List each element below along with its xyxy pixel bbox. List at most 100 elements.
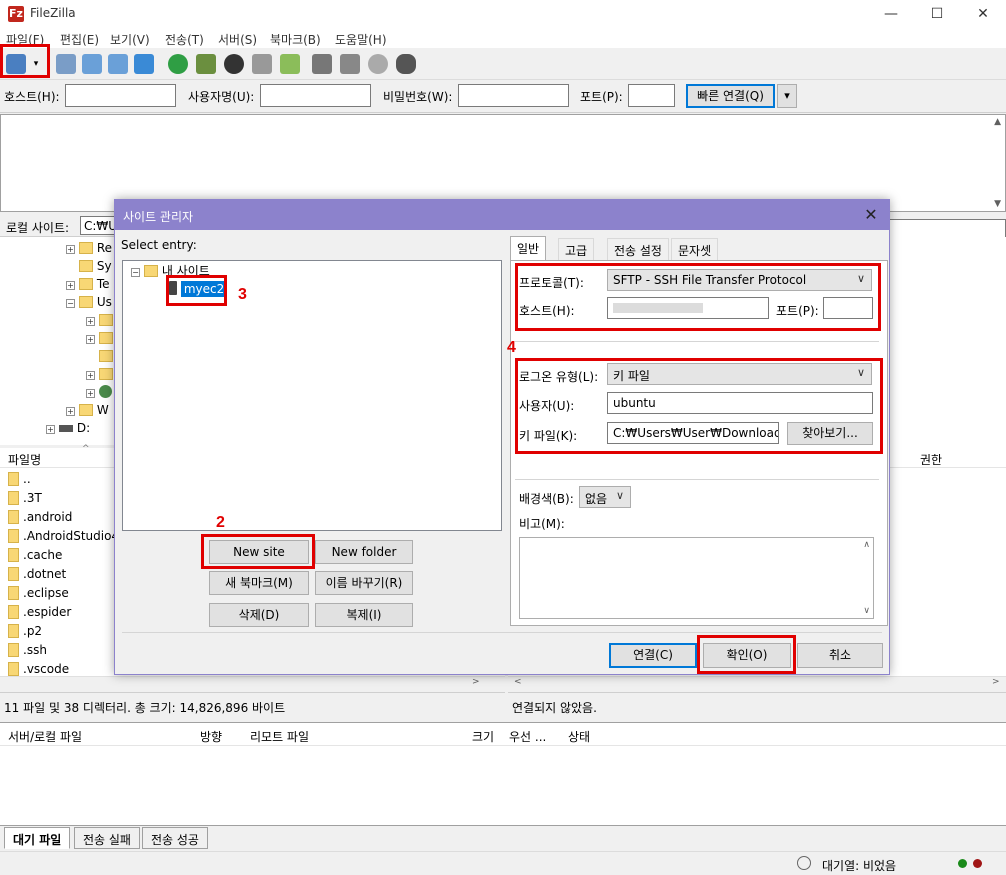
cancel-button[interactable]: 취소 — [797, 643, 883, 668]
remote-tree-icon[interactable] — [108, 54, 128, 74]
remote-hscrollbar[interactable]: < > — [508, 676, 1006, 690]
queue-col-priority[interactable]: 우선 ... — [509, 728, 546, 745]
cancel-icon[interactable] — [224, 54, 244, 74]
connect-button[interactable]: 연결(C) — [609, 643, 697, 668]
tree-node[interactable]: + Te — [66, 275, 110, 293]
username-input[interactable] — [260, 84, 371, 107]
refresh-icon[interactable] — [168, 54, 188, 74]
menu-edit[interactable]: 편집(E) — [60, 31, 99, 48]
collapse-icon[interactable]: − — [131, 268, 140, 277]
quickconnect-dropdown-button[interactable]: ▾ — [777, 84, 797, 108]
annotation-number-2: 2 — [216, 514, 225, 531]
message-log-icon[interactable] — [56, 54, 76, 74]
tree-node-drive[interactable]: + D: — [46, 419, 90, 437]
tab-queued-files[interactable]: 대기 파일 — [4, 827, 71, 849]
password-input[interactable] — [458, 84, 569, 107]
scroll-up-icon[interactable]: ∧ — [863, 540, 870, 550]
column-permissions[interactable]: 권한 — [920, 451, 942, 468]
tree-node[interactable]: + — [86, 311, 113, 329]
minimize-button[interactable]: — — [868, 0, 914, 28]
transfer-queue-icon[interactable] — [134, 54, 154, 74]
scroll-right-icon[interactable]: > — [472, 677, 480, 687]
list-item[interactable]: .eclipse — [8, 584, 69, 603]
tab-advanced[interactable]: 고급 — [558, 238, 595, 260]
tree-node[interactable]: + W — [66, 401, 109, 419]
search-icon[interactable] — [396, 54, 416, 74]
tree-node[interactable]: + Re — [66, 239, 112, 257]
expand-icon[interactable]: + — [66, 281, 75, 290]
quickconnect-button[interactable]: 빠른 연결(Q) — [686, 84, 775, 108]
list-item[interactable]: .. — [8, 470, 31, 489]
queue-col-direction[interactable]: 방향 — [200, 728, 222, 745]
list-item[interactable]: .p2 — [8, 622, 42, 641]
queue-col-size[interactable]: 크기 — [472, 728, 494, 745]
folder-icon — [8, 662, 19, 676]
reconnect-icon[interactable] — [280, 54, 300, 74]
compare-icon[interactable] — [340, 54, 360, 74]
list-item[interactable]: .3T — [8, 489, 42, 508]
tree-node[interactable]: + — [86, 365, 113, 383]
expand-icon[interactable]: + — [86, 389, 95, 398]
menu-view[interactable]: 보기(V) — [110, 31, 150, 48]
menu-bookmarks[interactable]: 북마크(B) — [270, 31, 321, 48]
speed-limit-icon[interactable] — [797, 856, 811, 870]
comments-textarea[interactable]: ∧ ∨ — [519, 537, 874, 619]
tree-node[interactable]: + — [86, 329, 113, 347]
port-input[interactable] — [628, 84, 675, 107]
port-label: 포트(P): — [580, 90, 623, 104]
tab-charset[interactable]: 문자셋 — [671, 238, 719, 260]
close-button[interactable]: ✕ — [960, 0, 1006, 28]
tree-node[interactable]: + — [86, 383, 112, 401]
new-folder-button[interactable]: New folder — [315, 540, 413, 564]
queue-col-remote-file[interactable]: 리모트 파일 — [250, 728, 309, 745]
list-item[interactable]: .cache — [8, 546, 62, 565]
expand-icon[interactable]: + — [86, 371, 95, 380]
list-item[interactable]: .AndroidStudio4. — [8, 527, 123, 546]
duplicate-button[interactable]: 복제(I) — [315, 603, 413, 627]
tab-failed-transfers[interactable]: 전송 실패 — [74, 827, 140, 849]
list-item[interactable]: .dotnet — [8, 565, 66, 584]
expand-icon[interactable]: + — [46, 425, 55, 434]
list-item[interactable]: .android — [8, 508, 72, 527]
bg-color-select[interactable]: 없음 ∨ — [579, 486, 631, 508]
queue-col-local-file[interactable]: 서버/로컬 파일 — [8, 728, 82, 745]
folder-icon — [79, 404, 93, 416]
disconnect-icon[interactable] — [252, 54, 272, 74]
expand-icon[interactable]: + — [66, 407, 75, 416]
tree-node[interactable] — [99, 347, 113, 365]
menu-server[interactable]: 서버(S) — [218, 31, 257, 48]
new-bookmark-button[interactable]: 새 북마크(M) — [209, 571, 309, 595]
process-queue-icon[interactable] — [196, 54, 216, 74]
list-item[interactable]: .espider — [8, 603, 71, 622]
delete-button[interactable]: 삭제(D) — [209, 603, 309, 627]
maximize-button[interactable]: ☐ — [914, 0, 960, 28]
host-input[interactable] — [65, 84, 176, 107]
local-hscrollbar[interactable]: > — [0, 676, 505, 690]
column-filename[interactable]: 파일명 — [8, 451, 41, 468]
tree-node[interactable]: Sy — [79, 257, 112, 275]
scroll-right-icon[interactable]: > — [992, 677, 1000, 687]
dialog-close-button[interactable]: ✕ — [857, 203, 885, 227]
collapse-icon[interactable]: − — [66, 299, 75, 308]
tree-node[interactable]: − Us — [66, 293, 112, 311]
list-item[interactable]: .ssh — [8, 641, 47, 660]
expand-icon[interactable]: + — [66, 245, 75, 254]
expand-icon[interactable]: + — [86, 317, 95, 326]
filter-icon[interactable] — [312, 54, 332, 74]
expand-icon[interactable]: + — [86, 335, 95, 344]
remote-path-input[interactable] — [888, 219, 1006, 238]
scroll-left-icon[interactable]: < — [514, 677, 522, 687]
tab-general[interactable]: 일반 — [510, 236, 547, 261]
scroll-down-icon[interactable]: ▼ — [994, 199, 1001, 209]
sync-browse-icon[interactable] — [368, 54, 388, 74]
menu-help[interactable]: 도움말(H) — [335, 31, 387, 48]
folder-icon — [8, 510, 19, 524]
scroll-up-icon[interactable]: ▲ — [994, 117, 1001, 127]
queue-col-status[interactable]: 상태 — [568, 728, 590, 745]
local-tree-icon[interactable] — [82, 54, 102, 74]
scroll-down-icon[interactable]: ∨ — [863, 606, 870, 616]
rename-button[interactable]: 이름 바꾸기(R) — [315, 571, 413, 595]
tab-transfer-settings[interactable]: 전송 설정 — [607, 238, 669, 260]
menu-transfer[interactable]: 전송(T) — [165, 31, 204, 48]
tab-successful-transfers[interactable]: 전송 성공 — [142, 827, 208, 849]
